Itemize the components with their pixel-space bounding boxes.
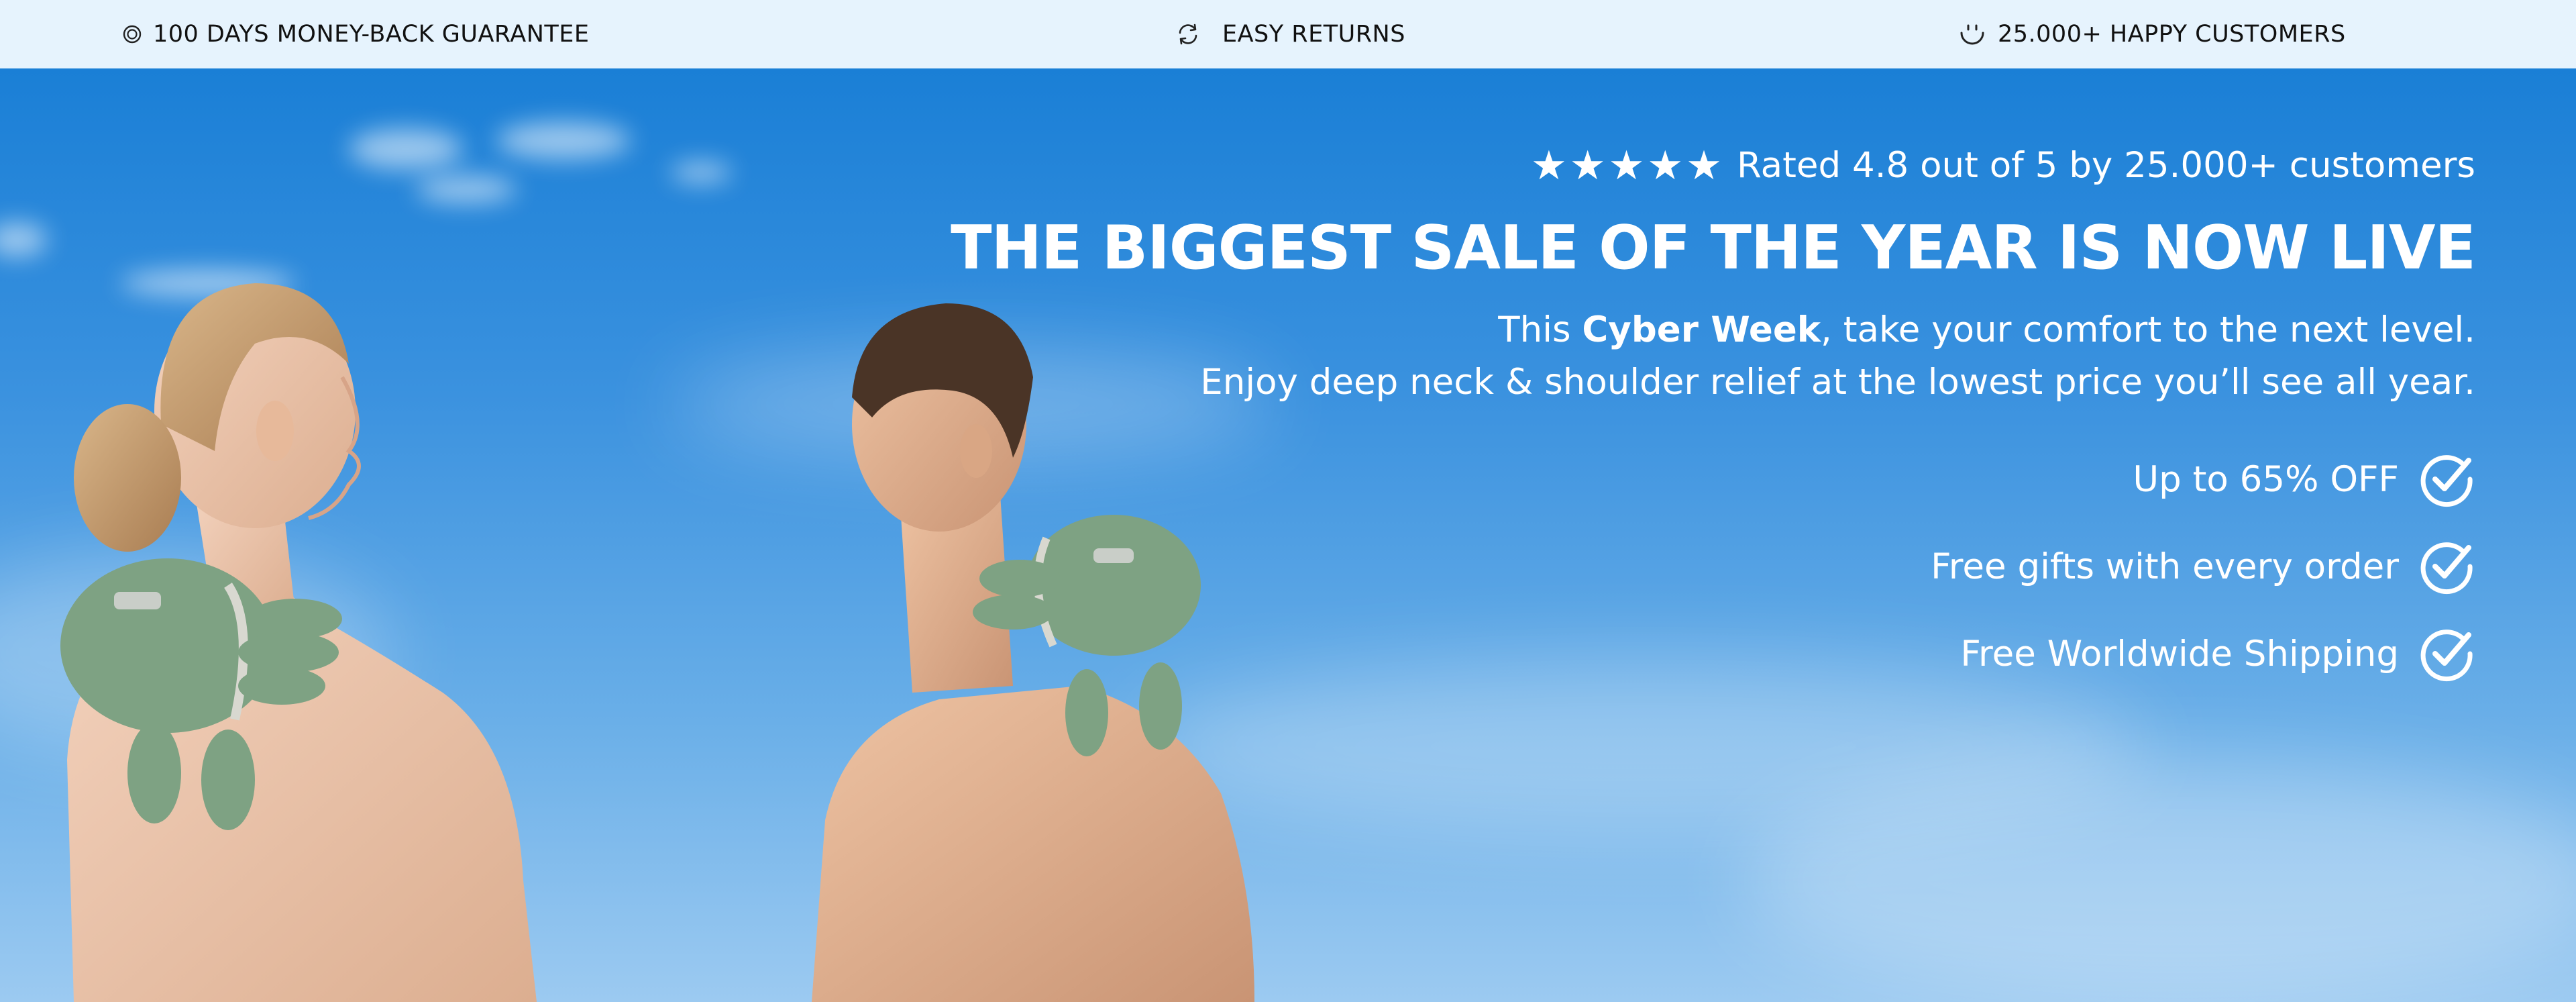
hero-headline: THE BIGGEST SALE OF THE YEAR IS NOW LIVE [951,213,2476,283]
cloud [0,223,47,256]
cloud [349,129,463,169]
hero-subline-2: Enjoy deep neck & shoulder relief at the… [1200,362,2475,403]
cloud [416,176,517,203]
customers-label: 25.000+ HAPPY CUSTOMERS [1998,21,2346,48]
woman-model-image [60,283,537,1002]
refresh-icon [1175,21,1201,47]
cloud [496,122,631,159]
subline-prefix: This [1498,309,1582,350]
cloud-haze [1744,760,2576,1001]
returns-label: EASY RETURNS [1222,21,1405,48]
hero-copy: ★★★★★ Rated 4.8 out of 5 by 25.000+ cust… [865,139,2476,697]
rating-text: Rated 4.8 out of 5 by 25.000+ customers [1736,145,2475,186]
benefits-list: Up to 65% OFF Free gifts with every orde… [865,436,2475,697]
guarantee-label: 100 DAYS MONEY-BACK GUARANTEE [153,21,590,48]
rating-stars: ★★★★★ [1531,142,1725,189]
check-circle-icon [2419,451,2475,507]
smile-icon [1957,19,1987,49]
benefit-label: Up to 65% OFF [2133,458,2399,500]
guarantee-badge: 100 DAYS MONEY-BACK GUARANTEE [122,0,590,68]
subline-suffix: , take your comfort to the next level. [1821,309,2475,350]
check-circle-icon [2419,538,2475,595]
customers-badge: 25.000+ HAPPY CUSTOMERS [1957,0,2346,68]
medal-icon [122,24,142,44]
hero-subline-1: This Cyber Week, take your comfort to th… [865,304,2475,356]
subline-highlight: Cyber Week [1582,309,1821,350]
cloud [671,162,731,183]
announcement-bar: 100 DAYS MONEY-BACK GUARANTEE EASY RETUR… [0,0,2576,68]
rating-row: ★★★★★ Rated 4.8 out of 5 by 25.000+ cust… [865,139,2475,193]
check-circle-icon [2419,625,2475,682]
benefit-item: Free Worldwide Shipping [865,610,2475,697]
benefit-item: Up to 65% OFF [865,436,2475,523]
returns-badge: EASY RETURNS [1175,0,1405,68]
benefit-label: Free gifts with every order [1931,546,2399,587]
benefit-label: Free Worldwide Shipping [1960,633,2399,674]
benefit-item: Free gifts with every order [865,523,2475,610]
hero-banner[interactable]: ★★★★★ Rated 4.8 out of 5 by 25.000+ cust… [0,68,2576,1002]
